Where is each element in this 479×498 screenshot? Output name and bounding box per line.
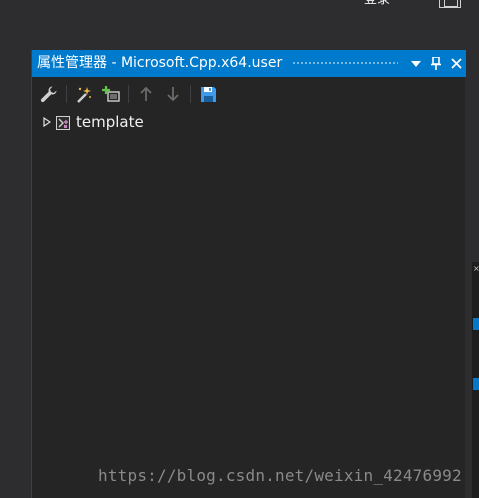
move-up-icon[interactable] xyxy=(135,83,157,105)
background-tab-accent xyxy=(473,318,479,330)
watermark-url: https://blog.csdn.net/weixin_42476992 xyxy=(98,466,462,485)
pin-icon[interactable] xyxy=(426,50,446,77)
toolbar-separator xyxy=(128,85,129,103)
move-down-icon[interactable] xyxy=(162,83,184,105)
expand-arrow-icon[interactable] xyxy=(41,116,53,128)
project-icon xyxy=(56,115,70,130)
login-link[interactable]: 登录 xyxy=(364,0,390,7)
toolbar-separator xyxy=(190,85,191,103)
property-manager-panel: 属性管理器 - Microsoft.Cpp.x64.user template xyxy=(31,50,466,498)
close-icon[interactable] xyxy=(446,50,466,77)
restore-window-icon[interactable] xyxy=(439,0,461,8)
titlebar-grip[interactable] xyxy=(292,61,398,66)
toolbar-separator xyxy=(66,85,67,103)
wrench-icon[interactable] xyxy=(38,83,60,105)
add-new-sheet-icon[interactable] xyxy=(73,83,95,105)
dropdown-icon[interactable] xyxy=(406,50,426,77)
background-tab-accent xyxy=(473,378,479,390)
add-existing-sheet-icon[interactable] xyxy=(100,83,122,105)
panel-titlebar[interactable]: 属性管理器 - Microsoft.Cpp.x64.user xyxy=(32,50,466,77)
panel-toolbar xyxy=(32,79,466,109)
save-icon[interactable] xyxy=(197,83,219,105)
tree-item-template[interactable]: template xyxy=(32,112,466,132)
panel-title: 属性管理器 - Microsoft.Cpp.x64.user xyxy=(37,55,283,71)
background-close-icon: × xyxy=(473,264,479,273)
property-tree: template xyxy=(32,112,466,132)
tree-item-label: template xyxy=(76,113,144,131)
